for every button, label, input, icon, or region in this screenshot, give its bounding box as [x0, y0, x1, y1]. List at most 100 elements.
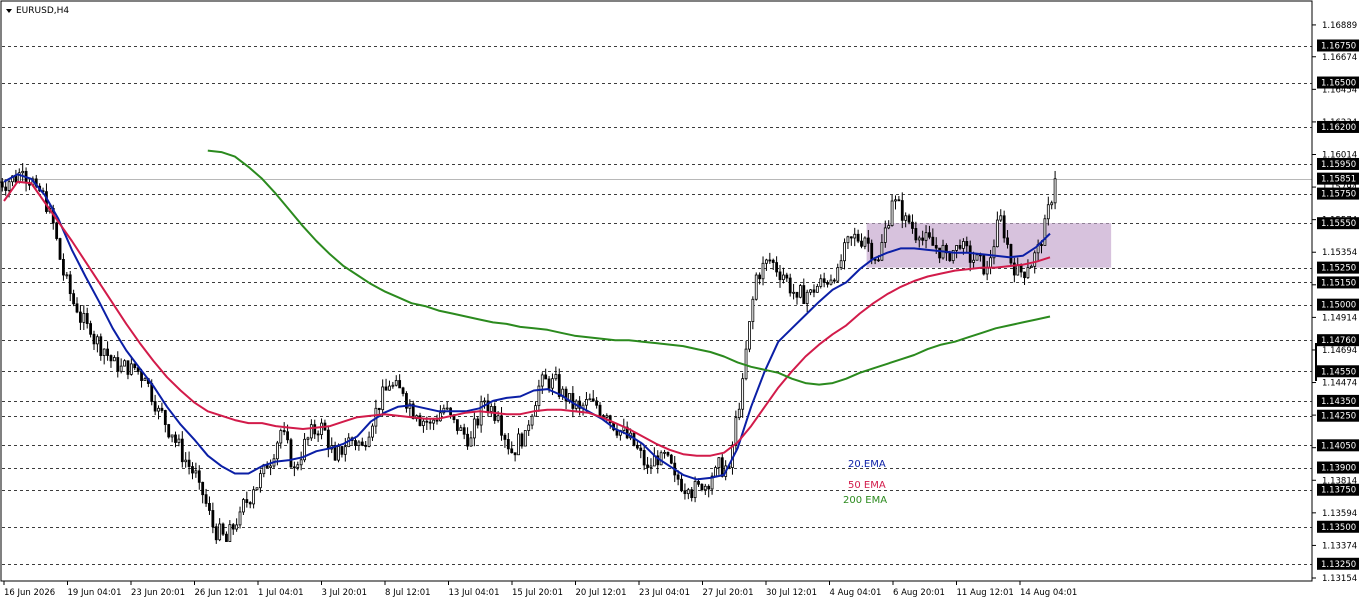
x-tick-label: 8 Jul 12:01: [385, 588, 431, 598]
y-tick-label: 1.14474: [1322, 379, 1357, 389]
candle-body: [235, 524, 239, 530]
candle-body: [367, 436, 371, 447]
candle-body: [697, 481, 700, 485]
level-price-label: 1.14250: [1321, 412, 1356, 422]
candle-body: [530, 415, 534, 426]
legend-200-ema: 200 EMA: [843, 495, 887, 506]
candle-body: [765, 259, 768, 264]
y-tick-label: 1.16889: [1322, 21, 1357, 31]
candle-body: [218, 523, 222, 541]
candle-body: [659, 452, 663, 466]
candle-body: [174, 434, 177, 443]
candle-body: [55, 222, 59, 239]
level-price-label: 1.15000: [1321, 301, 1356, 311]
x-tick-label: 23 Jun 20:01: [131, 588, 185, 598]
candle-body: [299, 459, 303, 466]
candle-body: [802, 285, 806, 304]
candle-body: [972, 259, 975, 263]
candle-body: [639, 447, 643, 451]
candle-body: [690, 489, 694, 499]
candle-body: [391, 384, 395, 387]
candle-body: [680, 478, 683, 492]
candle-body: [180, 438, 184, 463]
candle-body: [961, 241, 965, 249]
candle-body: [866, 237, 870, 244]
candle-body: [523, 430, 527, 447]
level-price-label: 1.13500: [1321, 523, 1356, 533]
candle-body: [92, 333, 96, 345]
candle-body: [540, 374, 544, 387]
x-tick-label: 15 Jul 20:01: [512, 588, 563, 598]
candle-body: [466, 433, 469, 447]
candle-body: [700, 483, 704, 491]
candle-body: [1050, 202, 1054, 206]
candle-body: [714, 467, 717, 477]
candle-body: [320, 422, 323, 436]
candle-body: [907, 215, 911, 223]
candle-body: [588, 398, 592, 401]
candle-body: [248, 502, 252, 505]
candle-body: [194, 470, 198, 474]
candle-body: [204, 494, 208, 504]
candle-body: [782, 274, 785, 281]
candle-body: [187, 459, 191, 467]
candle-body: [483, 400, 486, 403]
candle-body: [472, 418, 476, 439]
level-price-label: 1.15950: [1321, 160, 1356, 170]
y-tick-label: 1.13154: [1322, 574, 1357, 584]
price-chart[interactable]: EURUSD,H4 20.EMA 50 EMA 200 EMA 1.16889 1…: [0, 0, 1362, 603]
candle-body: [14, 175, 18, 183]
candle-body: [999, 215, 1003, 221]
candle-body: [309, 424, 313, 439]
candle-body: [646, 464, 649, 468]
candle-body: [75, 303, 79, 313]
candle-body: [591, 398, 595, 402]
candle-body: [496, 415, 500, 421]
level-price-label: 1.13250: [1321, 560, 1356, 570]
x-tick-label: 27 Jul 20:01: [703, 588, 754, 598]
candle-body: [296, 464, 300, 468]
candle-body: [1046, 204, 1050, 220]
candle-body: [1006, 237, 1009, 245]
candle-body: [890, 200, 894, 226]
candle-body: [843, 242, 846, 262]
candle-body: [184, 459, 188, 463]
candle-body: [860, 240, 863, 247]
candle-body: [255, 487, 259, 491]
candle-body: [428, 421, 432, 424]
level-price-label: 1.14760: [1321, 336, 1356, 346]
candle-body: [208, 503, 211, 511]
consolidation-zone: [866, 223, 1112, 268]
y-tick-label: 1.16674: [1322, 53, 1357, 63]
candle-body: [58, 238, 62, 260]
candle-body: [1033, 252, 1037, 267]
candle-body: [778, 271, 782, 281]
candle-body: [995, 219, 999, 248]
x-tick-label: 30 Jul 12:01: [766, 588, 817, 598]
candle-body: [822, 278, 826, 283]
candle-body: [894, 199, 897, 202]
candle-body: [167, 424, 171, 438]
candle-body: [754, 274, 758, 300]
candle-body: [527, 424, 531, 431]
candle-body: [785, 274, 789, 279]
symbol-label[interactable]: EURUSD,H4: [6, 6, 69, 16]
level-price-label: 1.14050: [1321, 441, 1356, 451]
candle-body: [982, 254, 986, 275]
y-tick-label: 1.15354: [1322, 248, 1357, 258]
x-tick-label: 20 Jul 12:01: [576, 588, 627, 598]
candle-body: [693, 481, 697, 499]
candle-body: [649, 465, 653, 468]
candle-body: [99, 336, 103, 356]
chart-background: [0, 0, 1362, 603]
candle-body: [500, 415, 503, 436]
candle-body: [1023, 271, 1026, 279]
candle-body: [805, 291, 809, 304]
candle-body: [771, 259, 775, 263]
candle-body: [286, 431, 289, 441]
candle-body: [914, 228, 918, 241]
level-price-label: 1.13750: [1321, 486, 1356, 496]
candle-body: [252, 489, 256, 505]
x-tick-label: 19 Jun 04:01: [68, 588, 122, 598]
x-tick-label: 11 Aug 12:01: [957, 588, 1014, 598]
